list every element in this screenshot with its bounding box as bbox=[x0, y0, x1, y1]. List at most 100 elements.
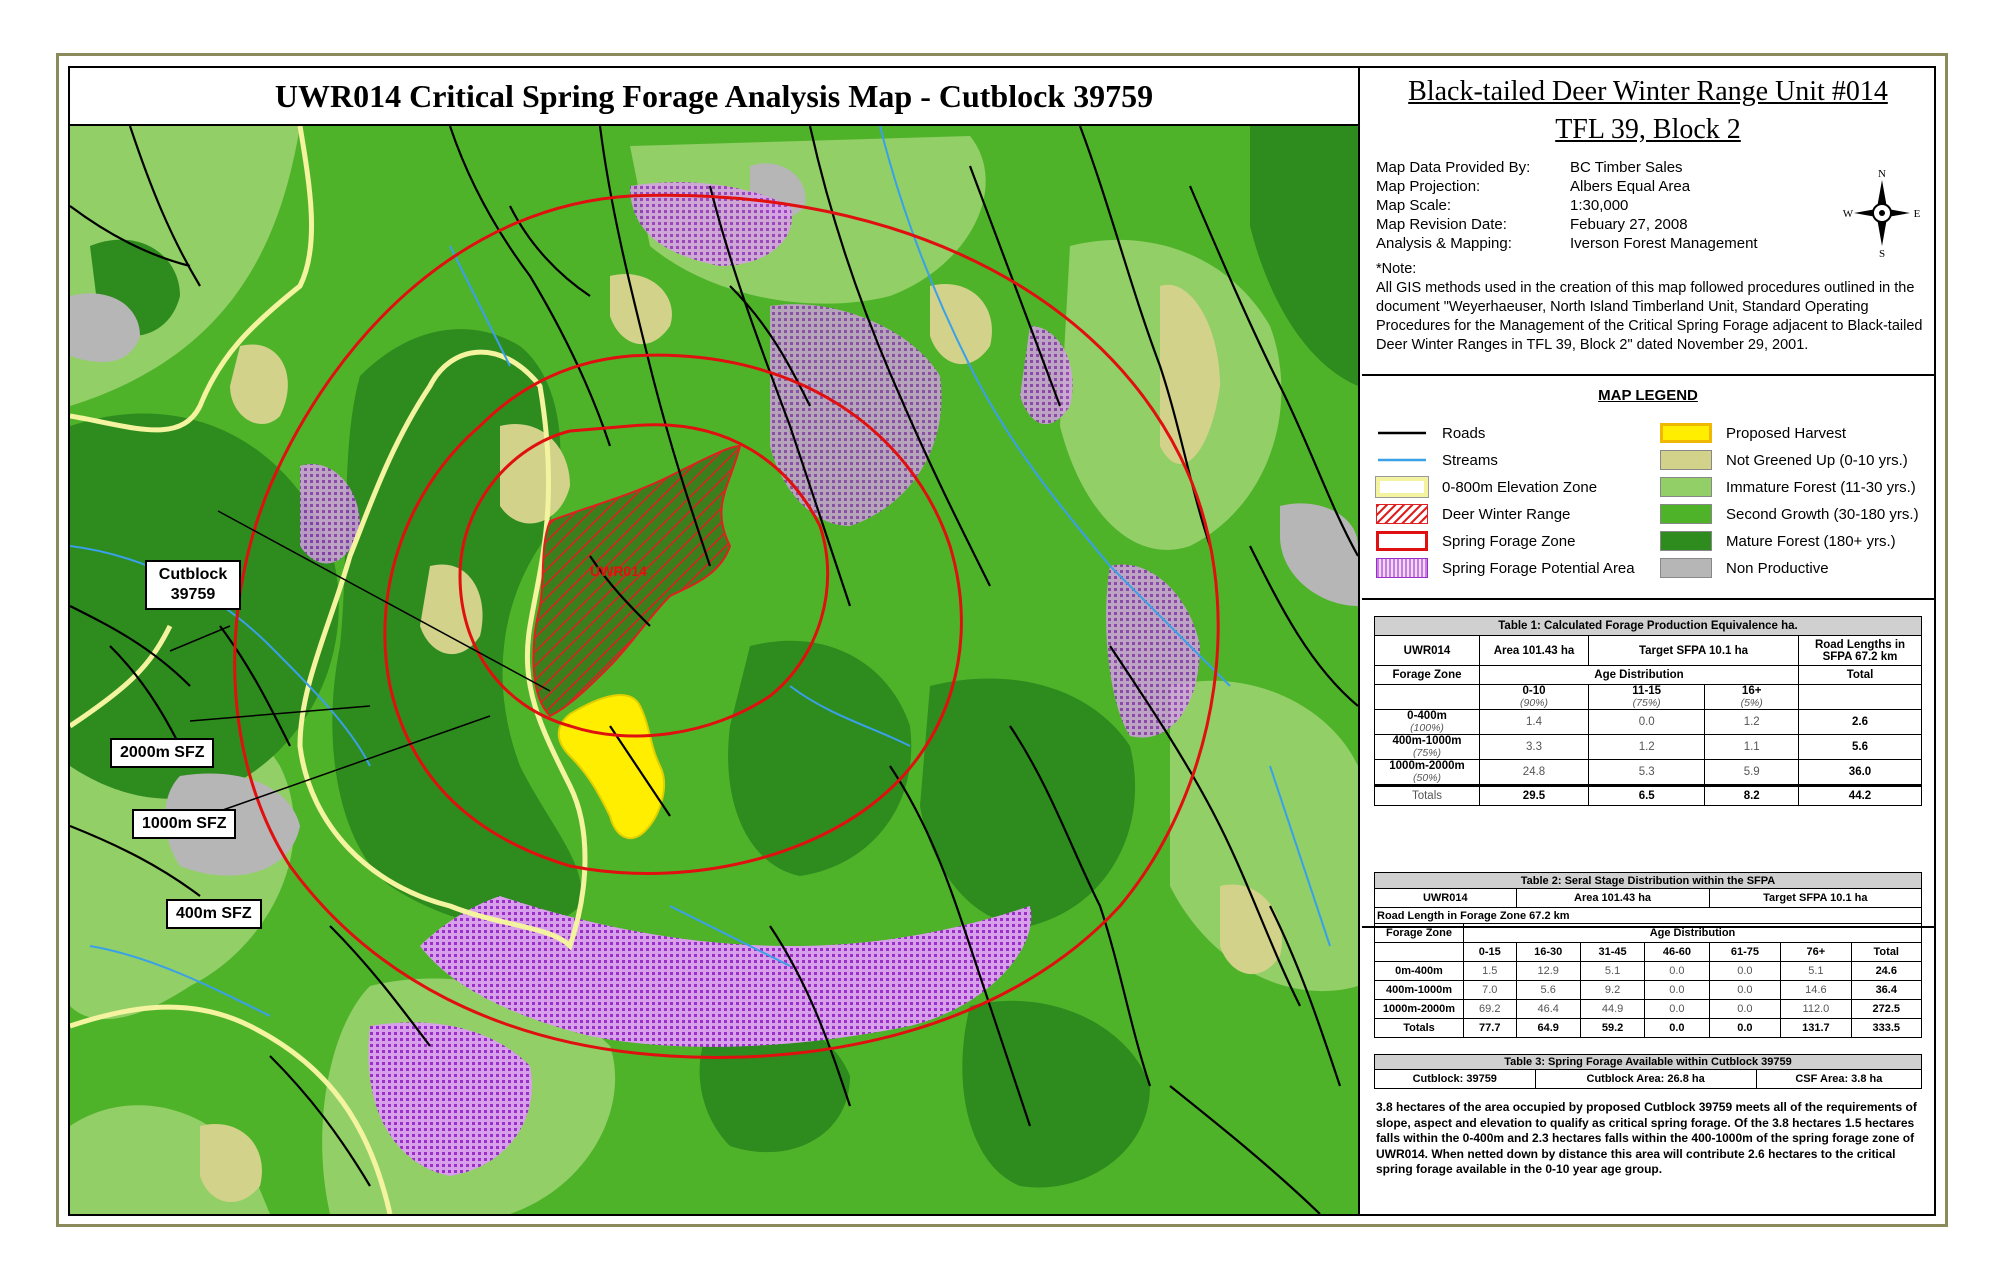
map-panel: UWR014 Critical Spring Forage Analysis M… bbox=[70, 68, 1360, 1214]
table-cell: 11-15 (75%) bbox=[1587, 684, 1706, 710]
table-cell: 1.2 bbox=[1587, 734, 1706, 760]
zone-label: 1000m-2000m bbox=[1389, 760, 1465, 772]
zone-pct: (50%) bbox=[1412, 772, 1441, 784]
table-cell: Cutblock: 39759 bbox=[1374, 1069, 1536, 1089]
table-caption: Table 3: Spring Forage Available within … bbox=[1374, 1054, 1922, 1070]
legend-label: Deer Winter Range bbox=[1442, 505, 1571, 523]
table-row: Forage Zone Age Distribution bbox=[1374, 923, 1922, 943]
legend-label: Second Growth (30-180 yrs.) bbox=[1726, 505, 1919, 523]
north-arrow-icon: N S W E bbox=[1843, 168, 1921, 258]
table-row: Totals 77.7 64.9 59.2 0.0 0.0 131.7 333.… bbox=[1374, 1018, 1923, 1038]
table-cell: 0.0 bbox=[1708, 999, 1782, 1019]
meta-value: Iverson Forest Management bbox=[1570, 235, 1758, 252]
meta-row: Map Scale: 1:30,000 bbox=[1376, 196, 1758, 215]
table-header: Area 101.43 ha bbox=[1479, 635, 1589, 666]
immature-swatch bbox=[1660, 477, 1712, 497]
roads-swatch bbox=[1378, 431, 1426, 435]
table-header: UWR014 bbox=[1374, 888, 1517, 908]
table-row: 1000m-2000m 69.2 46.4 44.9 0.0 0.0 112.0… bbox=[1374, 999, 1923, 1019]
table-cell: 333.5 bbox=[1850, 1018, 1923, 1038]
table-cell: 24.6 bbox=[1850, 961, 1923, 981]
summary-text: 3.8 hectares of the area occupied by pro… bbox=[1376, 1100, 1917, 1176]
legend-item-proposed-harvest: Proposed Harvest bbox=[1660, 422, 1846, 444]
zone-pct: (75%) bbox=[1412, 747, 1441, 759]
table-row: Totals 29.5 6.5 8.2 44.2 bbox=[1374, 784, 1922, 806]
table-cell: 64.9 bbox=[1515, 1018, 1581, 1038]
table-cell: 0.0 bbox=[1587, 709, 1706, 735]
legend-item-forage-potential: Spring Forage Potential Area bbox=[1376, 557, 1635, 579]
table-cell: 0.0 bbox=[1708, 980, 1782, 1000]
map-canvas[interactable]: UWR014 bbox=[70, 126, 1358, 1214]
table-header: UWR014 bbox=[1374, 635, 1480, 666]
map-metadata: Map Data Provided By: BC Timber Sales Map… bbox=[1376, 158, 1758, 253]
legend-label: Streams bbox=[1442, 451, 1498, 469]
table-header: Area 101.43 ha bbox=[1515, 888, 1710, 908]
table-cell: 59.2 bbox=[1579, 1018, 1646, 1038]
table-cell: 5.1 bbox=[1579, 961, 1646, 981]
non-productive-swatch bbox=[1660, 558, 1712, 578]
divider bbox=[1362, 598, 1934, 600]
table-cell: 2.6 bbox=[1798, 709, 1922, 735]
meta-key: Map Data Provided By: bbox=[1376, 159, 1531, 176]
table-cell: 5.6 bbox=[1515, 980, 1581, 1000]
not-greened-swatch bbox=[1660, 450, 1712, 470]
table-cell: 0.0 bbox=[1644, 1018, 1710, 1038]
table-cell: Cutblock Area: 26.8 ha bbox=[1534, 1069, 1757, 1089]
winter-range-swatch bbox=[1376, 504, 1428, 524]
table-header: Total bbox=[1798, 665, 1922, 685]
table-cell: 272.5 bbox=[1850, 999, 1923, 1019]
table-cell: 5.9 bbox=[1704, 759, 1799, 786]
compass-n: N bbox=[1878, 168, 1886, 180]
elevation-zone-swatch bbox=[1375, 476, 1429, 498]
table-cutblock-forage: Table 3: Spring Forage Available within … bbox=[1374, 1054, 1923, 1089]
table-cell: 0.0 bbox=[1708, 961, 1782, 981]
second-growth-swatch bbox=[1660, 504, 1712, 524]
legend-item-mature: Mature Forest (180+ yrs.) bbox=[1660, 530, 1896, 552]
proposed-harvest-swatch bbox=[1660, 423, 1712, 443]
zone-label: 400m-1000m bbox=[1392, 735, 1462, 747]
legend-label: Immature Forest (11-30 yrs.) bbox=[1726, 478, 1916, 496]
table-cell: 1000m-2000m (50%) bbox=[1374, 759, 1480, 786]
table-cell: 1.1 bbox=[1704, 734, 1799, 760]
table-cell: 8.2 bbox=[1704, 784, 1799, 806]
table-row: Road Length in Forage Zone 67.2 km bbox=[1374, 907, 1922, 924]
table-cell: 9.2 bbox=[1579, 980, 1646, 1000]
sfz-1000m-callout: 1000m SFZ bbox=[132, 809, 237, 839]
table-cell: 0.0 bbox=[1644, 980, 1710, 1000]
cutblock-callout: Cutblock 39759 bbox=[145, 560, 241, 610]
table-cell: 6.5 bbox=[1587, 784, 1706, 806]
table-cell bbox=[1374, 684, 1480, 710]
cutblock-callout-line1: Cutblock bbox=[158, 566, 228, 583]
legend-label: Spring Forage Zone bbox=[1442, 532, 1576, 550]
table-cell: 36.4 bbox=[1850, 980, 1923, 1000]
legend-item-non-productive: Non Productive bbox=[1660, 557, 1829, 579]
legend-item-roads: Roads bbox=[1376, 422, 1485, 444]
meta-key: Map Scale: bbox=[1376, 197, 1452, 214]
table-cell bbox=[1798, 684, 1922, 710]
legend-title: MAP LEGEND bbox=[1598, 387, 1698, 404]
table-cell: 1.4 bbox=[1479, 709, 1589, 735]
meta-key: Map Revision Date: bbox=[1376, 216, 1507, 233]
table-header: Age Distribution bbox=[1463, 923, 1922, 943]
table-cell: 36.0 bbox=[1798, 759, 1922, 786]
table-row: Table 2: Seral Stage Distribution within… bbox=[1374, 872, 1922, 889]
zone-pct: (100%) bbox=[1410, 722, 1444, 734]
table-caption: Table 2: Seral Stage Distribution within… bbox=[1374, 872, 1922, 889]
legend-item-immature: Immature Forest (11-30 yrs.) bbox=[1660, 476, 1916, 498]
legend-label: Roads bbox=[1442, 424, 1486, 442]
table-cell: 0-10 (90%) bbox=[1479, 684, 1589, 710]
legend-label: Non Productive bbox=[1726, 559, 1829, 577]
table-header: Forage Zone bbox=[1374, 665, 1480, 685]
legend-label: Not Greened Up (0-10 yrs.) bbox=[1726, 451, 1908, 469]
meta-value: BC Timber Sales bbox=[1570, 159, 1683, 176]
table-cell: 29.5 bbox=[1479, 784, 1589, 806]
table-row: 0-400m (100%) 1.4 0.0 1.2 2.6 bbox=[1374, 709, 1922, 735]
table-cell: 46.4 bbox=[1515, 999, 1581, 1019]
age-pct: (75%) bbox=[1632, 697, 1661, 709]
table-cell: 112.0 bbox=[1780, 999, 1852, 1019]
table-caption: Table 1: Calculated Forage Production Eq… bbox=[1374, 616, 1922, 636]
legend-label: Proposed Harvest bbox=[1726, 424, 1847, 442]
table-cell: 5.6 bbox=[1798, 734, 1922, 760]
table-cell: 16+ (5%) bbox=[1704, 684, 1799, 710]
meta-row: Map Revision Date: Febuary 27, 2008 bbox=[1376, 215, 1758, 234]
